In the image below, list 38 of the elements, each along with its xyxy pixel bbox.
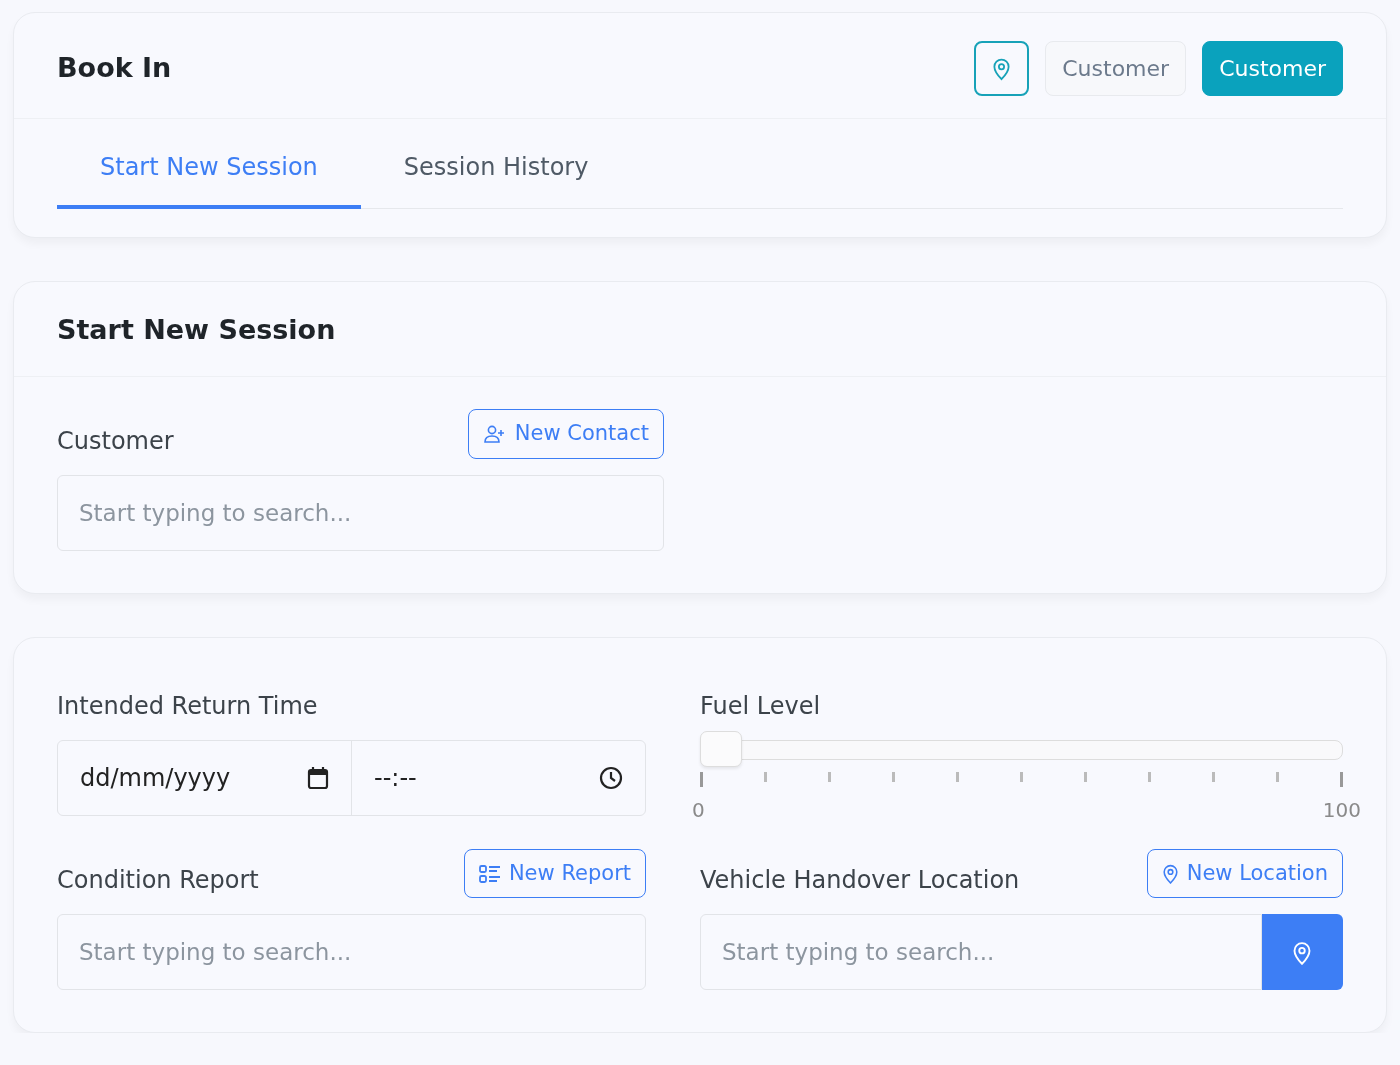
slider-min-label: 0 [692, 796, 705, 824]
new-contact-button[interactable]: New Contact [467, 409, 664, 459]
location-button[interactable] [1261, 914, 1343, 991]
map-pin-icon [992, 56, 1012, 81]
slider-tick [1020, 771, 1023, 782]
field-label: Fuel Level [700, 690, 822, 722]
field-label: Intended Return Time [57, 690, 319, 722]
add-person-icon [482, 425, 507, 444]
new-report-button[interactable]: New Report [463, 848, 646, 899]
slider-tick [1276, 771, 1279, 782]
customer-button[interactable]: Customer [1045, 41, 1187, 96]
condition-search-field[interactable]: Start typing to search... [57, 914, 646, 991]
tab[interactable]: Session History [360, 119, 632, 209]
customer-button[interactable]: Customer [1202, 41, 1343, 96]
page-title: Book In [57, 52, 172, 85]
slider-max-label: 100 [1322, 796, 1361, 824]
field-label: Condition Report [57, 865, 259, 897]
location-search-field[interactable]: Start typing to search... [700, 914, 1262, 991]
section-title: Start New Session [57, 314, 336, 347]
slider-tick [1084, 771, 1087, 782]
slider-tick [1148, 771, 1151, 782]
field-label: Customer [57, 425, 174, 457]
location-button[interactable] [974, 41, 1030, 96]
field-label: Vehicle Handover Location [700, 865, 1020, 897]
map-pin-icon [1161, 863, 1179, 885]
slider-tick [892, 771, 895, 782]
new-location-button[interactable]: New Location [1146, 848, 1343, 899]
checklist-icon [478, 863, 501, 884]
customer-search-field[interactable]: Start typing to search... [57, 474, 664, 551]
slider-thumb[interactable] [700, 730, 742, 767]
slider-tick [828, 771, 831, 782]
tab[interactable]: Start New Session [57, 119, 361, 209]
slider-tick [1340, 771, 1343, 787]
slider-tick [1212, 771, 1215, 782]
slider-tick [956, 771, 959, 782]
slider-tick [764, 771, 767, 782]
map-pin-icon [1292, 939, 1313, 965]
slider-tick [700, 771, 703, 787]
